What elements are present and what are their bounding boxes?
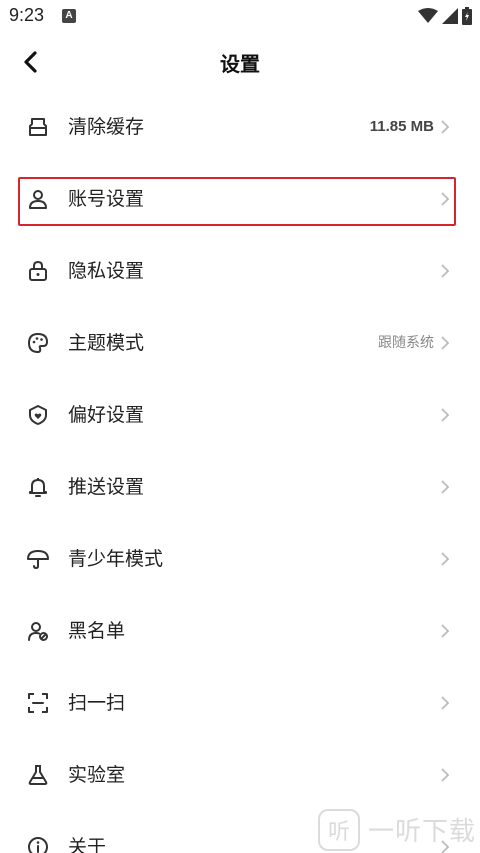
wifi-icon xyxy=(418,8,438,23)
settings-item-label: 账号设置 xyxy=(68,188,145,210)
user-icon xyxy=(29,190,47,209)
page-title: 设置 xyxy=(220,52,260,76)
settings-item-label: 关于 xyxy=(68,836,107,853)
status-bar: 9:23 A xyxy=(0,0,480,32)
settings-item-label: 实验室 xyxy=(68,764,126,786)
lock-icon xyxy=(29,260,47,281)
settings-item-label: 隐私设置 xyxy=(68,260,145,282)
settings-item-lab[interactable]: 实验室 xyxy=(0,739,480,811)
settings-item-label: 青少年模式 xyxy=(68,548,164,570)
settings-item-label: 扫一扫 xyxy=(68,692,126,714)
settings-item-label: 主题模式 xyxy=(68,332,145,354)
status-indicators xyxy=(418,6,472,26)
watermark-logo: 听 xyxy=(318,808,360,851)
storage-icon xyxy=(29,118,47,136)
status-time: 9:23 xyxy=(9,5,45,25)
settings-item-label: 推送设置 xyxy=(68,476,145,498)
settings-item-scan[interactable]: 扫一扫 xyxy=(0,667,480,739)
settings-item-privacy[interactable]: 隐私设置 xyxy=(0,235,480,307)
palette-icon xyxy=(28,333,48,353)
chevron-right-icon xyxy=(441,480,450,494)
signal-icon xyxy=(442,8,458,24)
settings-item-label: 清除缓存 xyxy=(68,116,145,138)
bell-icon xyxy=(29,478,47,497)
chevron-right-icon xyxy=(441,552,450,566)
chevron-right-icon xyxy=(441,408,450,422)
settings-item-label: 偏好设置 xyxy=(68,404,145,426)
watermark: 听 一听下载 xyxy=(318,806,480,853)
user-block-icon xyxy=(28,622,48,641)
info-icon xyxy=(28,837,48,853)
notification-icon: A xyxy=(62,9,76,23)
chevron-right-icon xyxy=(441,624,450,638)
chevron-right-icon xyxy=(441,768,450,782)
app-header: 设置 xyxy=(0,32,480,92)
scan-icon xyxy=(28,693,48,713)
battery-icon xyxy=(462,7,472,25)
chevron-right-icon xyxy=(441,120,450,134)
flask-icon xyxy=(28,765,48,785)
shield-heart-icon xyxy=(29,405,47,425)
cache-size-value: 11.85 MB xyxy=(369,118,434,135)
settings-item-teen-mode[interactable]: 青少年模式 xyxy=(0,523,480,595)
settings-item-preferences[interactable]: 偏好设置 xyxy=(0,379,480,451)
settings-item-push[interactable]: 推送设置 xyxy=(0,451,480,523)
settings-item-blacklist[interactable]: 黑名单 xyxy=(0,595,480,667)
settings-item-clear-cache[interactable]: 清除缓存 11.85 MB xyxy=(0,91,480,163)
umbrella-icon xyxy=(27,550,49,570)
settings-item-account[interactable]: 账号设置 xyxy=(0,163,480,235)
watermark-text: 一听下载 xyxy=(368,817,477,847)
settings-item-theme[interactable]: 主题模式 跟随系统 xyxy=(0,307,480,379)
settings-item-label: 黑名单 xyxy=(68,620,126,642)
chevron-right-icon xyxy=(441,696,450,710)
settings-list: 清除缓存 11.85 MB 账号设置 隐私设置 主题模式 跟随系统 偏好设置 推… xyxy=(0,91,480,853)
chevron-right-icon xyxy=(441,192,450,206)
theme-mode-value: 跟随系统 xyxy=(378,335,434,351)
chevron-right-icon xyxy=(441,336,450,350)
chevron-right-icon xyxy=(441,264,450,278)
